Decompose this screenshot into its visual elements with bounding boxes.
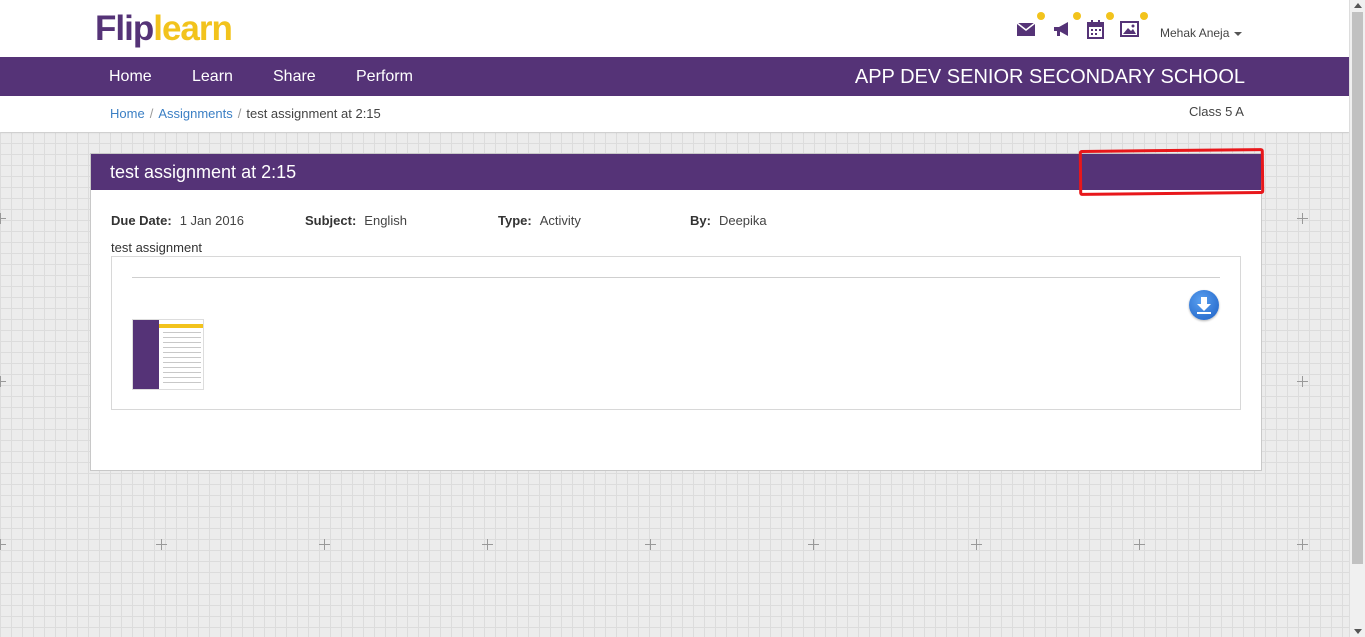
type-label: Type: — [498, 213, 532, 228]
annotation-highlight — [1078, 148, 1265, 196]
divider — [132, 277, 1220, 278]
notification-dot — [1106, 12, 1114, 20]
grid-marker — [808, 539, 819, 550]
logo-text-learn: learn — [153, 9, 233, 48]
megaphone-icon[interactable] — [1051, 12, 1081, 40]
breadcrumb-home[interactable]: Home — [110, 106, 145, 121]
grid-marker — [971, 539, 982, 550]
subject-value: English — [364, 213, 407, 228]
breadcrumb-current: test assignment at 2:15 — [246, 106, 381, 121]
assignment-panel: test assignment at 2:15 Due Date: 1 Jan 2… — [90, 148, 1265, 471]
attachment-box — [111, 256, 1241, 410]
scroll-down-icon[interactable] — [1354, 629, 1362, 634]
by-value: Deepika — [718, 213, 767, 228]
school-name: APP DEV SENIOR SECONDARY SCHOOL — [854, 66, 1245, 88]
notification-dot — [1073, 12, 1081, 20]
grid-marker — [1297, 539, 1308, 550]
notification-dot — [1140, 12, 1148, 20]
grid-marker — [0, 376, 6, 387]
vertical-scrollbar[interactable] — [1349, 0, 1365, 637]
breadcrumb-separator: / — [149, 106, 154, 121]
breadcrumb: Home / Assignments / test assignment at 2:15 — [110, 106, 381, 121]
scroll-up-icon[interactable] — [1354, 3, 1362, 8]
calendar-icon[interactable] — [1084, 12, 1114, 40]
fliplearn-logo[interactable]: Fliplearn — [95, 9, 233, 48]
grid-marker — [319, 539, 330, 550]
nav-learn[interactable]: Learn — [192, 68, 233, 86]
scrollbar-thumb[interactable] — [1352, 12, 1363, 564]
assignment-header: test assignment at 2:15 — [91, 148, 1265, 196]
top-header: Fliplearn Mehak Aneja — [0, 0, 1349, 57]
grid-marker — [1297, 213, 1308, 224]
due-date-label: Due Date: — [111, 213, 172, 228]
user-name: Mehak Aneja — [1160, 26, 1230, 40]
class-label: Class 5 A — [1189, 104, 1244, 119]
nav-home[interactable]: Home — [109, 68, 152, 86]
subject: Subject: English — [305, 213, 407, 228]
download-icon[interactable] — [1189, 290, 1219, 320]
subject-label: Subject: — [305, 213, 357, 228]
grid-marker — [0, 539, 6, 550]
type-value: Activity — [539, 213, 581, 228]
breadcrumb-separator: / — [237, 106, 242, 121]
grid-marker — [156, 539, 167, 550]
mail-icon[interactable] — [1015, 12, 1045, 40]
grid-marker — [1134, 539, 1145, 550]
user-menu[interactable]: Mehak Aneja — [1160, 26, 1243, 40]
breadcrumb-bar: Home / Assignments / test assignment at 2:15… — [0, 96, 1349, 132]
logo-text-flip: Flip — [95, 9, 154, 48]
grid-marker — [0, 213, 6, 224]
main-nav: Home Learn Share Perform APP DEV SENIOR … — [0, 57, 1349, 96]
due-date: Due Date: 1 Jan 2016 — [111, 213, 244, 228]
due-date-value: 1 Jan 2016 — [179, 213, 245, 228]
breadcrumb-assignments[interactable]: Assignments — [158, 106, 232, 121]
type: Type: Activity — [498, 213, 581, 228]
author: By: Deepika — [690, 213, 767, 228]
nav-perform[interactable]: Perform — [356, 68, 413, 86]
attachment-thumbnail[interactable] — [132, 319, 204, 390]
assignment-description: test assignment — [111, 240, 203, 255]
nav-share[interactable]: Share — [273, 68, 316, 86]
image-icon[interactable] — [1118, 12, 1148, 40]
assignment-title: test assignment at 2:15 — [110, 162, 297, 182]
notification-dot — [1037, 12, 1045, 20]
grid-marker — [645, 539, 656, 550]
by-label: By: — [690, 213, 711, 228]
grid-marker — [1297, 376, 1308, 387]
chevron-down-icon — [1234, 31, 1243, 36]
grid-marker — [482, 539, 493, 550]
